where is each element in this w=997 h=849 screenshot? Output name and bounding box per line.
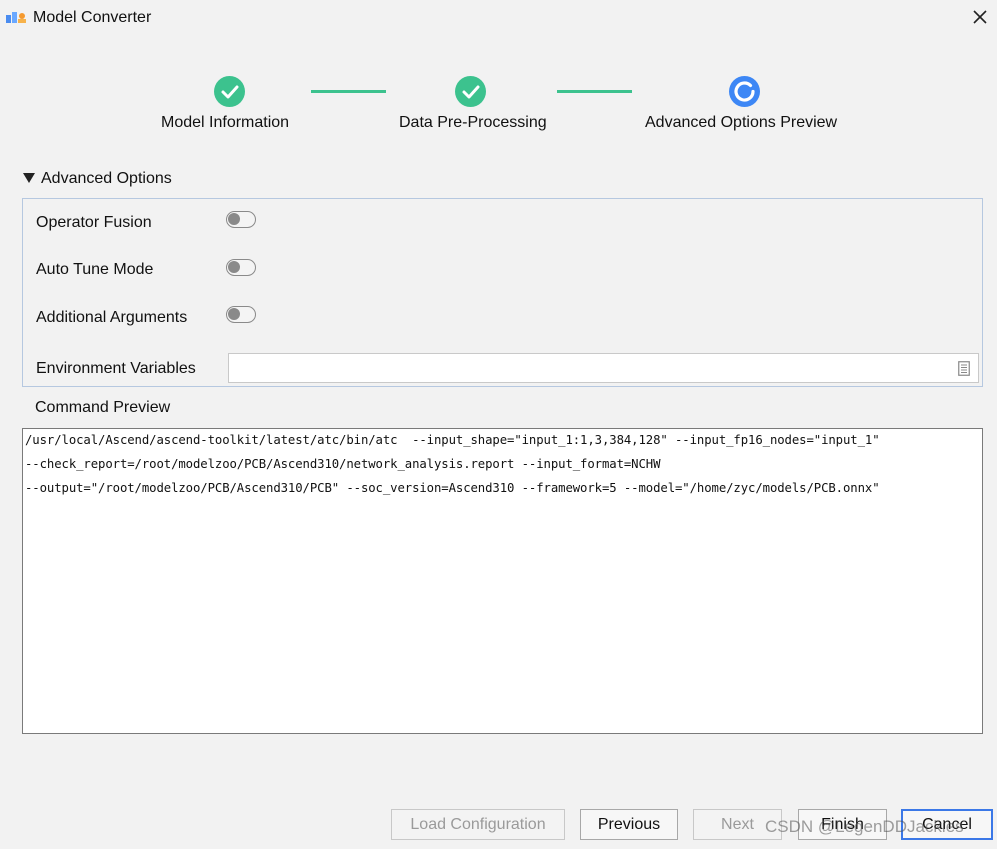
environment-variables-field[interactable] [228, 353, 979, 383]
window-title: Model Converter [33, 9, 152, 26]
additional-arguments-toggle[interactable] [226, 306, 256, 323]
step-1-label: Model Information [161, 114, 290, 131]
triangle-down-icon [23, 173, 35, 183]
advanced-options-panel: Operator Fusion Auto Tune Mode Additiona… [22, 198, 983, 387]
next-button[interactable]: Next [693, 809, 782, 840]
step-2-label: Data Pre-Processing [399, 114, 547, 131]
toggle-knob [228, 213, 240, 225]
cancel-button[interactable]: Cancel [901, 809, 993, 840]
command-line: --output="/root/modelzoo/PCB/Ascend310/P… [25, 481, 880, 495]
operator-fusion-label: Operator Fusion [36, 214, 152, 231]
environment-variables-label: Environment Variables [36, 360, 196, 377]
load-configuration-button[interactable]: Load Configuration [391, 809, 565, 840]
finish-button[interactable]: Finish [798, 809, 887, 840]
model-converter-window: Model Converter Model Information Data P… [0, 0, 997, 849]
title-bar: Model Converter [0, 0, 997, 36]
command-line: /usr/local/Ascend/ascend-toolkit/latest/… [25, 433, 880, 447]
step-connector-2 [557, 90, 632, 93]
operator-fusion-toggle[interactable] [226, 211, 256, 228]
step-2-check-icon [455, 76, 486, 107]
auto-tune-mode-label: Auto Tune Mode [36, 261, 154, 278]
command-preview-title: Command Preview [35, 399, 171, 416]
command-preview-textarea[interactable]: /usr/local/Ascend/ascend-toolkit/latest/… [22, 428, 983, 734]
step-3-label: Advanced Options Preview [645, 114, 838, 131]
close-icon[interactable] [969, 6, 991, 28]
previous-button[interactable]: Previous [580, 809, 678, 840]
step-connector-1 [311, 90, 386, 93]
step-1-check-icon [214, 76, 245, 107]
advanced-options-title: Advanced Options [41, 170, 172, 187]
toggle-knob [228, 308, 240, 320]
app-logo-icon [6, 12, 26, 23]
toggle-knob [228, 261, 240, 273]
step-3-progress-ring-icon [729, 76, 760, 107]
command-line: --check_report=/root/modelzoo/PCB/Ascend… [25, 457, 661, 471]
additional-arguments-label: Additional Arguments [36, 309, 188, 326]
auto-tune-mode-toggle[interactable] [226, 259, 256, 276]
document-icon[interactable] [958, 361, 970, 376]
